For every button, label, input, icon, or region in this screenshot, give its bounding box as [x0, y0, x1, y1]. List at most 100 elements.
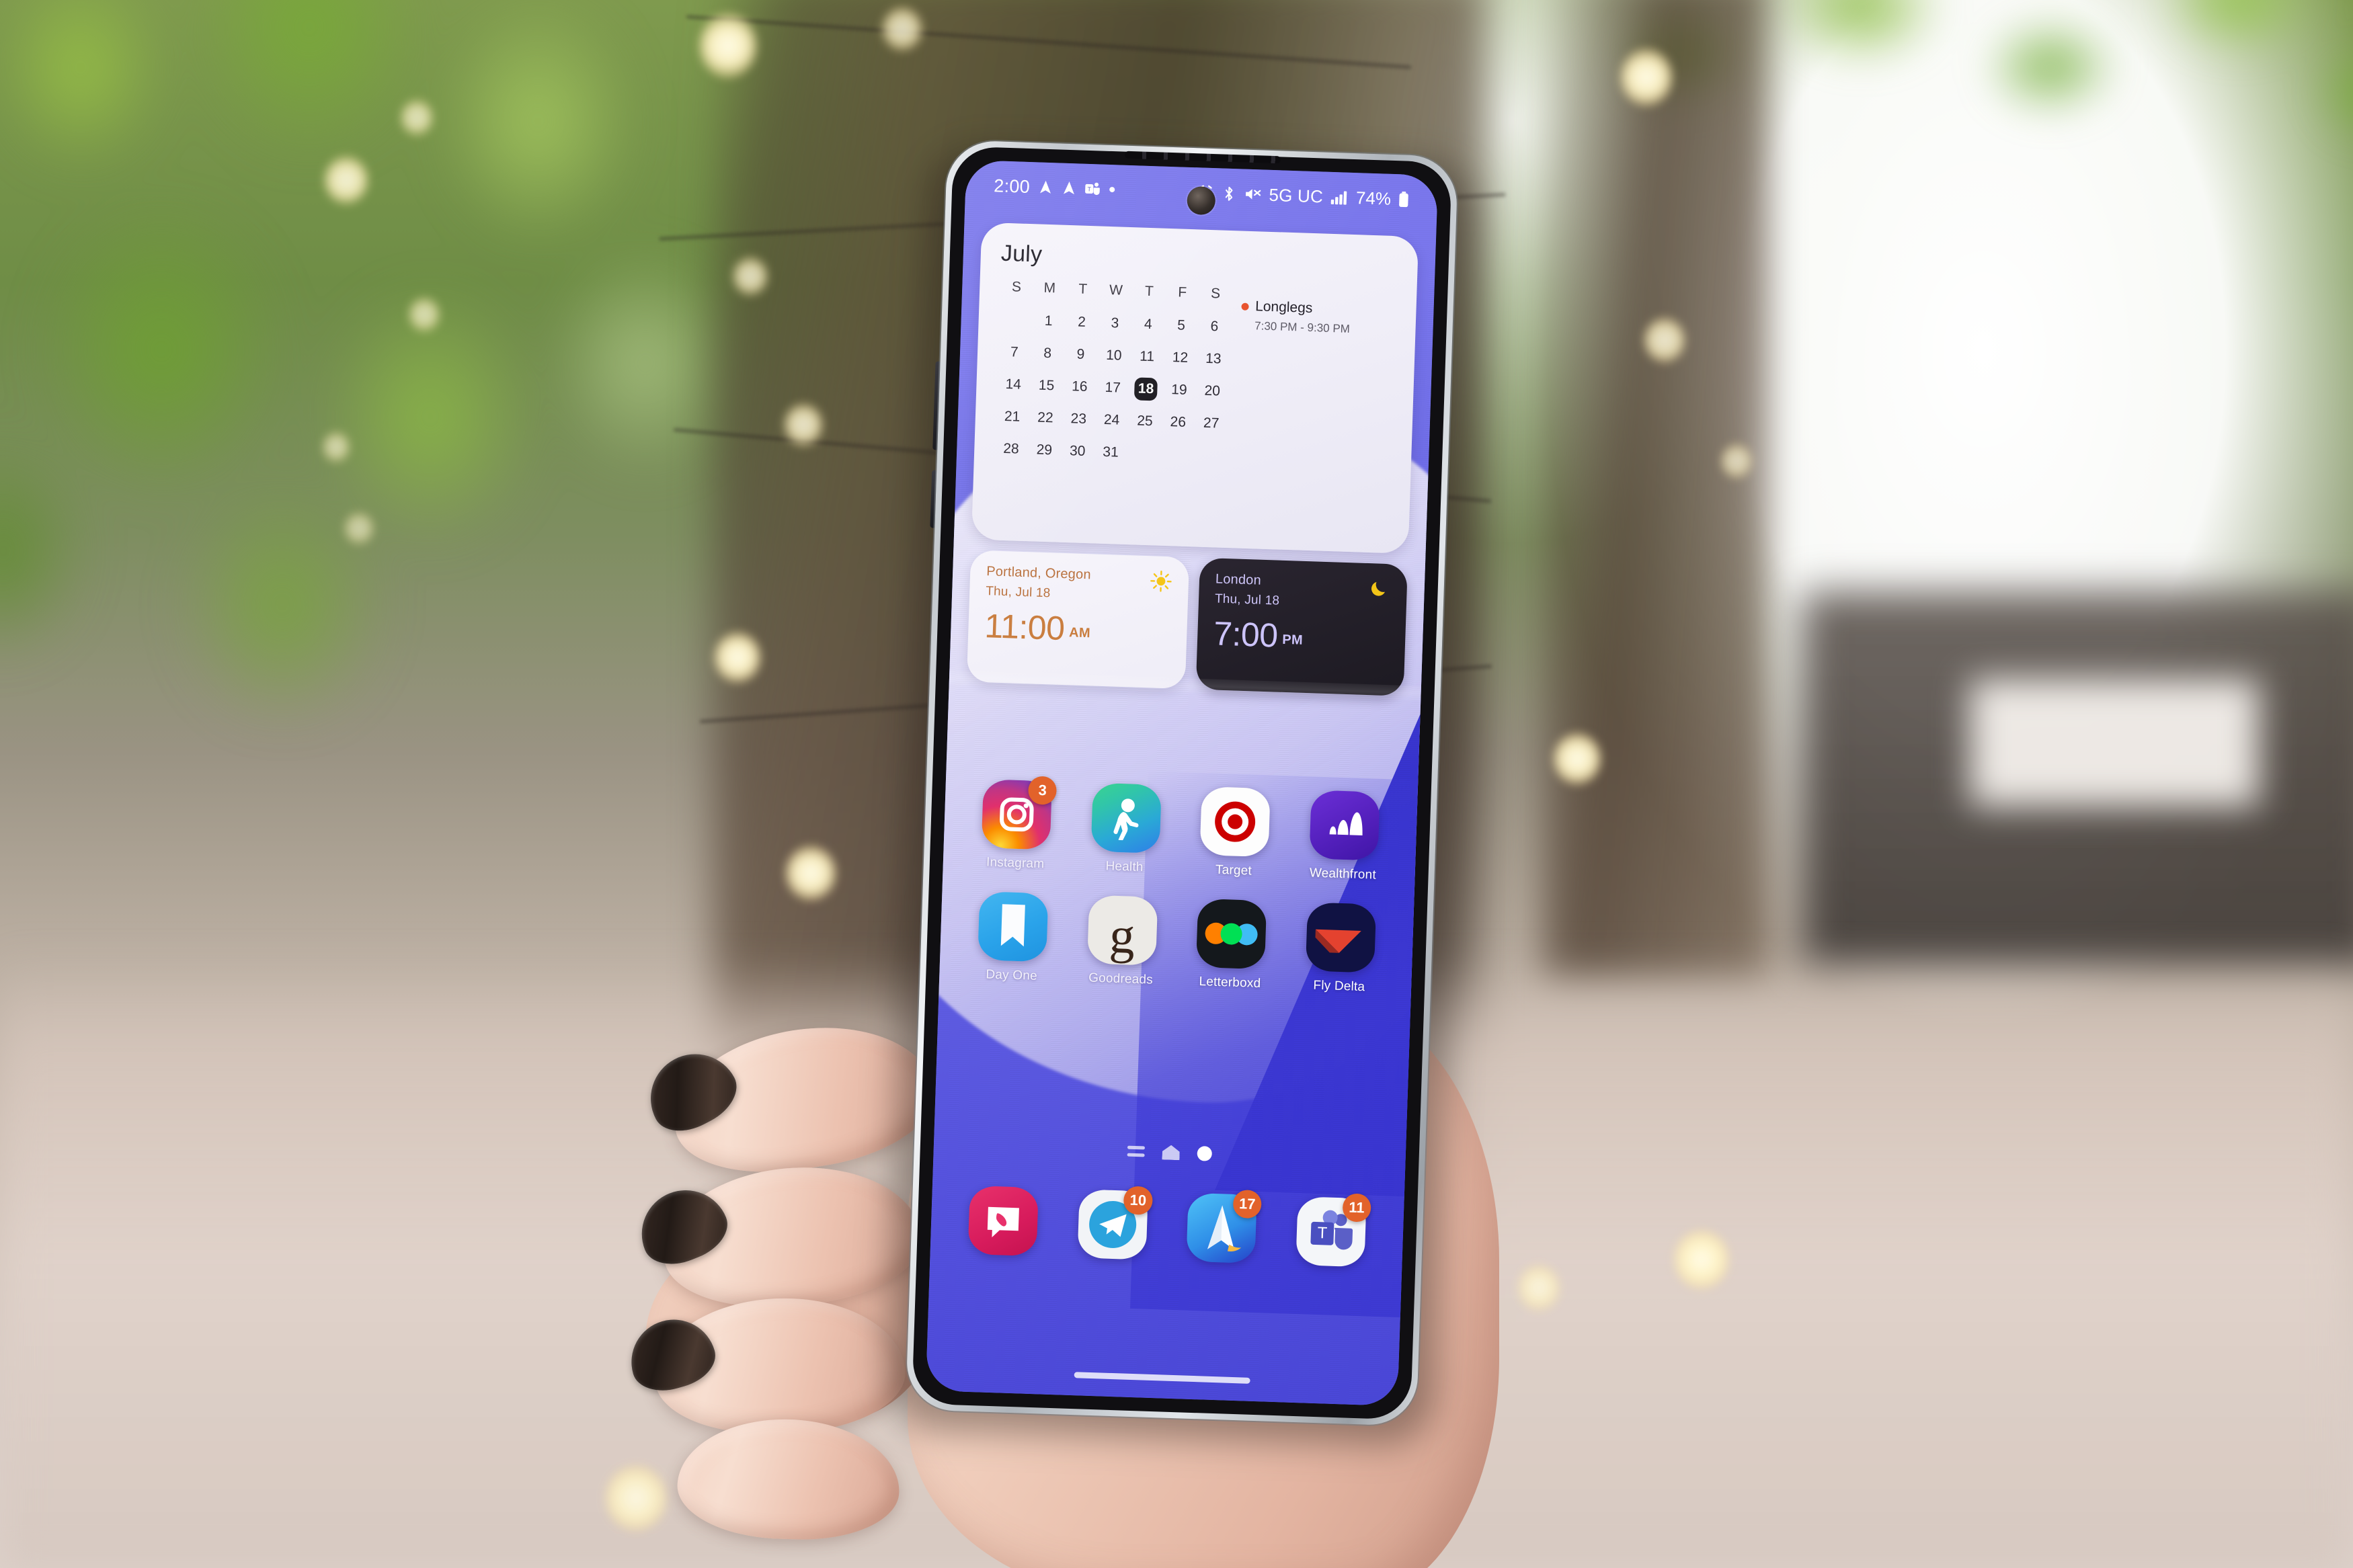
bokeh-light — [714, 632, 761, 683]
clock-widget-local[interactable]: Portland, Oregon Thu, Jul 18 11:00 AM — [966, 550, 1190, 690]
calendar-day-initial: S — [1210, 286, 1221, 302]
calendar-day[interactable]: 27 — [1194, 411, 1228, 436]
calendar-month-label: July — [1000, 240, 1043, 267]
app-goodreads[interactable]: g Goodreads — [1066, 895, 1178, 989]
calendar-day[interactable]: 11 — [1130, 345, 1164, 369]
calendar-day[interactable]: 3 — [1098, 312, 1131, 336]
app-fly-delta[interactable]: Fly Delta — [1284, 901, 1396, 995]
app-icon-wrap[interactable]: 10 — [1077, 1186, 1153, 1260]
calendar-day[interactable]: 16 — [1063, 375, 1096, 399]
calendar-day[interactable]: 19 — [1162, 378, 1196, 403]
app-icon-wrap[interactable] — [978, 891, 1049, 962]
calendar-day[interactable]: 5 — [1164, 314, 1198, 338]
tree-trunk-secondary — [1540, 0, 1768, 981]
app-icon-wrap[interactable] — [1090, 782, 1162, 854]
clock-meridiem: AM — [1068, 625, 1091, 641]
notification-badge: 3 — [1028, 776, 1058, 805]
app-target[interactable]: Target — [1179, 786, 1291, 880]
calendar-day-today[interactable]: 18 — [1134, 377, 1158, 401]
bokeh-light — [324, 156, 368, 204]
dock-app-spark[interactable]: 17 — [1166, 1189, 1277, 1264]
app-wealthfront[interactable]: Wealthfront — [1288, 789, 1400, 883]
calendar-day[interactable]: 13 — [1197, 347, 1230, 371]
calendar-day[interactable]: 25 — [1128, 409, 1162, 434]
battery-icon — [1399, 191, 1408, 207]
app-health[interactable]: Health — [1070, 782, 1182, 876]
calendar-day-blank: . — [998, 308, 1032, 333]
dock-app-messages[interactable] — [948, 1185, 1060, 1257]
calendar-day[interactable]: 6 — [1197, 315, 1231, 339]
network-label: 5G UC — [1269, 184, 1324, 206]
calendar-day[interactable]: 26 — [1161, 411, 1195, 435]
app-icon-wrap[interactable] — [967, 1185, 1039, 1257]
calendar-day[interactable]: 4 — [1131, 313, 1165, 337]
app-label: Wealthfront — [1309, 866, 1377, 882]
clock-widget-remote[interactable]: London Thu, Jul 18 7:00 PM — [1195, 557, 1408, 696]
calendar-day[interactable]: 21 — [995, 405, 1029, 429]
clock-city: Portland, Oregon — [986, 564, 1092, 583]
clock-widget-row: Portland, Oregon Thu, Jul 18 11:00 AM Lo… — [966, 550, 1408, 696]
dock-app-teams[interactable]: T 11 — [1275, 1193, 1387, 1268]
app-icon-wrap[interactable]: 3 — [981, 776, 1058, 850]
calendar-day-initial: T — [1078, 281, 1088, 297]
event-title: Longlegs — [1254, 298, 1313, 317]
calendar-day[interactable]: 15 — [1029, 374, 1063, 398]
calendar-grid-container: July SMTWTFS.123456789101112131415161718… — [992, 241, 1234, 532]
app-icon-wrap[interactable]: g — [1086, 895, 1158, 966]
bokeh-light — [784, 403, 823, 446]
phone-message-icon — [967, 1185, 1039, 1257]
calendar-day[interactable]: 30 — [1060, 440, 1094, 464]
calendar-day[interactable]: 22 — [1029, 406, 1062, 430]
calendar-event-list: Longlegs 7:30 PM - 9:30 PM — [1234, 249, 1398, 537]
sun-icon — [1150, 571, 1172, 592]
bokeh-light — [882, 7, 922, 51]
calendar-day[interactable]: 14 — [996, 373, 1030, 397]
app-icon-wrap[interactable] — [1199, 786, 1271, 858]
dock: 10 17 T 11 — [948, 1185, 1387, 1268]
app-label: Day One — [986, 967, 1038, 984]
calendar-day[interactable]: 10 — [1097, 343, 1131, 368]
calendar-day[interactable]: 29 — [1027, 438, 1061, 462]
event-row[interactable]: Longlegs — [1240, 298, 1396, 320]
calendar-day[interactable]: 7 — [998, 341, 1031, 365]
app-day-one[interactable]: Day One — [957, 891, 1069, 985]
svg-text:T: T — [1317, 1224, 1328, 1242]
app-icon-wrap[interactable]: T 11 — [1295, 1193, 1371, 1268]
calendar-day[interactable]: 17 — [1096, 376, 1129, 400]
app-label: Fly Delta — [1313, 978, 1365, 995]
app-grid: 3 Instagram Health Target Wealthfront Da… — [957, 776, 1400, 995]
calendar-day[interactable]: 9 — [1064, 343, 1097, 367]
home-icon[interactable] — [1162, 1145, 1180, 1160]
phone-screen[interactable]: 2:00 T 5G UC 74% July S M T W T F S 1 2 … — [925, 159, 1439, 1407]
app-icon-wrap[interactable] — [1309, 790, 1380, 861]
moon-icon — [1371, 581, 1386, 596]
lines-icon[interactable] — [1127, 1145, 1146, 1157]
battery-percent-label: 74% — [1355, 187, 1392, 209]
dot-icon[interactable] — [1197, 1146, 1213, 1161]
calendar-day[interactable]: 24 — [1094, 408, 1128, 432]
status-left-group: 2:00 T — [994, 175, 1117, 200]
app-instagram[interactable]: 3 Instagram — [961, 776, 1073, 872]
notification-badge: 11 — [1342, 1193, 1371, 1223]
app-icon-wrap[interactable] — [1196, 898, 1267, 970]
calendar-day[interactable]: 2 — [1065, 311, 1099, 335]
calendar-day[interactable]: 28 — [994, 437, 1028, 461]
dock-app-telegram[interactable]: 10 — [1057, 1186, 1168, 1260]
status-right-group: 5G UC 74% — [1197, 182, 1409, 210]
bluetooth-icon — [1226, 186, 1233, 201]
app-letterboxd[interactable]: Letterboxd — [1175, 898, 1287, 992]
event-time: 7:30 PM - 9:30 PM — [1254, 319, 1351, 335]
calendar-day[interactable]: 23 — [1062, 407, 1095, 431]
calendar-day[interactable]: 20 — [1195, 379, 1229, 403]
clock-date: Thu, Jul 18 — [985, 584, 1051, 601]
app-icon-wrap[interactable] — [1305, 902, 1376, 973]
target-icon — [1199, 786, 1271, 858]
calendar-day[interactable]: 8 — [1031, 341, 1064, 366]
calendar-day[interactable]: 1 — [1031, 309, 1065, 333]
calendar-day[interactable]: 31 — [1094, 440, 1127, 464]
app-icon-wrap[interactable]: 17 — [1186, 1189, 1263, 1264]
calendar-widget[interactable]: July SMTWTFS.123456789101112131415161718… — [971, 222, 1419, 554]
app-label: Letterboxd — [1199, 975, 1261, 991]
calendar-day-initial: F — [1177, 284, 1187, 300]
calendar-day[interactable]: 12 — [1163, 346, 1197, 370]
